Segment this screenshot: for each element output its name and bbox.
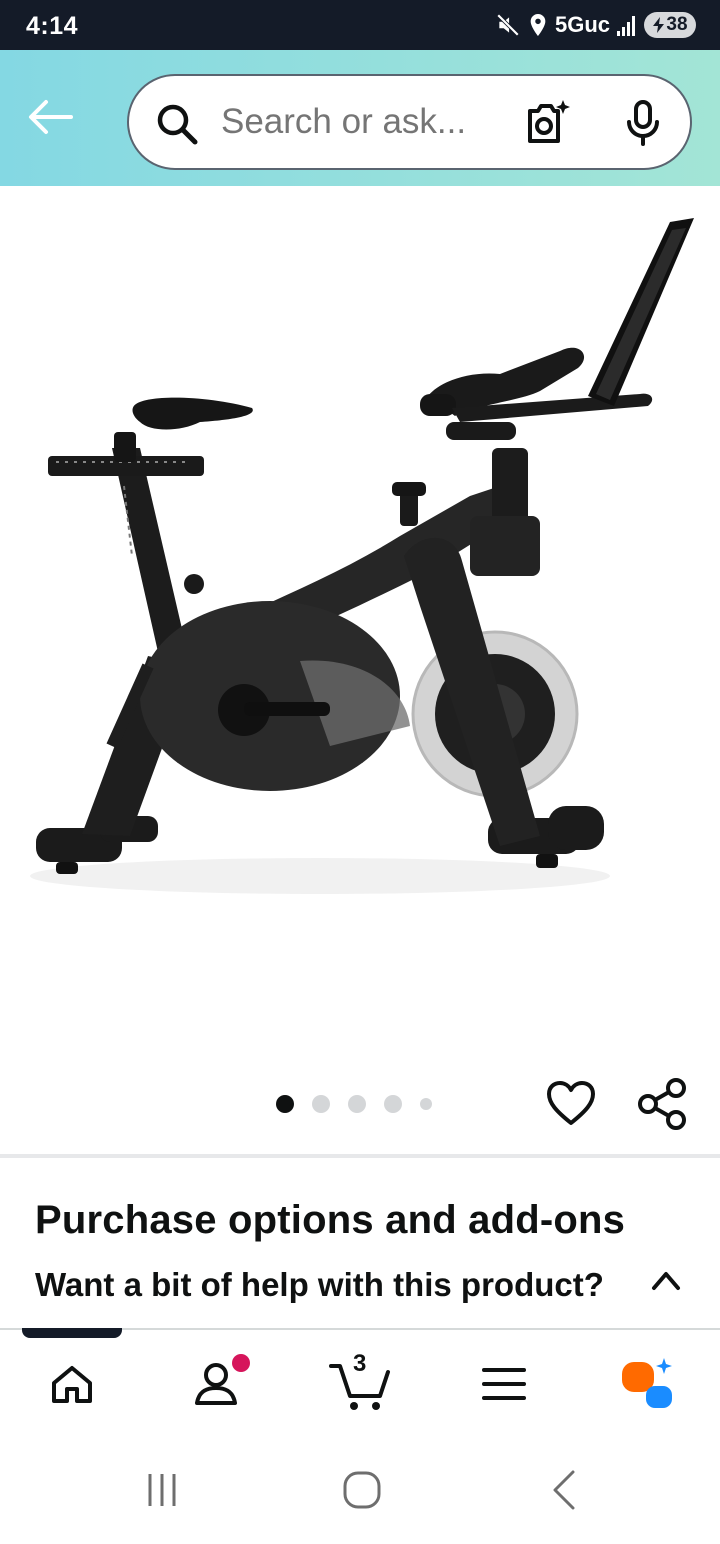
active-tab-indicator: [22, 1328, 122, 1338]
signal-icon: [617, 16, 635, 36]
system-navigation-bar: [0, 1436, 720, 1544]
purchase-options-title[interactable]: Purchase options and add-ons: [35, 1198, 625, 1243]
home-icon: [52, 1366, 92, 1403]
search-bar[interactable]: [127, 74, 692, 170]
carousel-dot[interactable]: [312, 1095, 330, 1113]
notification-dot: [232, 1354, 250, 1372]
heart-icon: [547, 1081, 595, 1125]
rufus-ai-icon: [622, 1358, 672, 1408]
home-system-button[interactable]: [332, 1466, 392, 1514]
battery-indicator: 38: [644, 12, 696, 38]
chevron-up-icon[interactable]: [648, 1266, 684, 1294]
nav-menu[interactable]: [468, 1348, 540, 1420]
image-carousel-dots: [276, 1094, 432, 1114]
menu-icon: [482, 1368, 526, 1400]
home-circle-icon: [343, 1471, 381, 1509]
carousel-dot[interactable]: [420, 1098, 432, 1110]
back-chevron-icon: [553, 1470, 575, 1510]
carousel-dot[interactable]: [276, 1095, 294, 1113]
account-icon: [195, 1363, 237, 1405]
status-icons: 5Guc 38: [495, 10, 696, 40]
search-icon: [157, 104, 198, 145]
back-button[interactable]: [22, 92, 78, 142]
system-back-button[interactable]: [534, 1466, 594, 1514]
product-help-prompt[interactable]: Want a bit of help with this product?: [35, 1266, 604, 1304]
mute-icon: [496, 13, 520, 37]
network-type: 5Guc: [554, 12, 610, 37]
battery-level: 38: [666, 14, 688, 35]
nav-home[interactable]: [36, 1348, 108, 1420]
charging-icon: [653, 17, 665, 33]
share-button[interactable]: [636, 1076, 690, 1132]
nav-cart[interactable]: 3: [324, 1348, 396, 1420]
nav-account[interactable]: [180, 1348, 252, 1420]
product-image[interactable]: [0, 186, 720, 1056]
recent-apps-icon: [148, 1474, 176, 1506]
search-input[interactable]: [221, 76, 511, 168]
search-header: [0, 50, 720, 186]
back-arrow-icon: [29, 100, 73, 134]
share-icon: [638, 1078, 686, 1130]
carousel-dot[interactable]: [384, 1095, 402, 1113]
carousel-dot[interactable]: [348, 1095, 366, 1113]
status-bar: 4:14 5Guc 38: [0, 0, 720, 50]
cart-count: 3: [353, 1350, 367, 1377]
microphone-icon[interactable]: [621, 98, 667, 148]
exercise-bike-image: [30, 218, 694, 894]
bottom-navigation: 3: [0, 1328, 720, 1436]
camera-search-icon[interactable]: [521, 98, 571, 148]
status-time: 4:14: [26, 12, 79, 40]
location-icon: [530, 14, 546, 36]
nav-rufus[interactable]: [612, 1348, 684, 1420]
recent-apps-button[interactable]: [132, 1466, 192, 1514]
wishlist-button[interactable]: [546, 1080, 596, 1128]
section-divider: [0, 1154, 720, 1158]
